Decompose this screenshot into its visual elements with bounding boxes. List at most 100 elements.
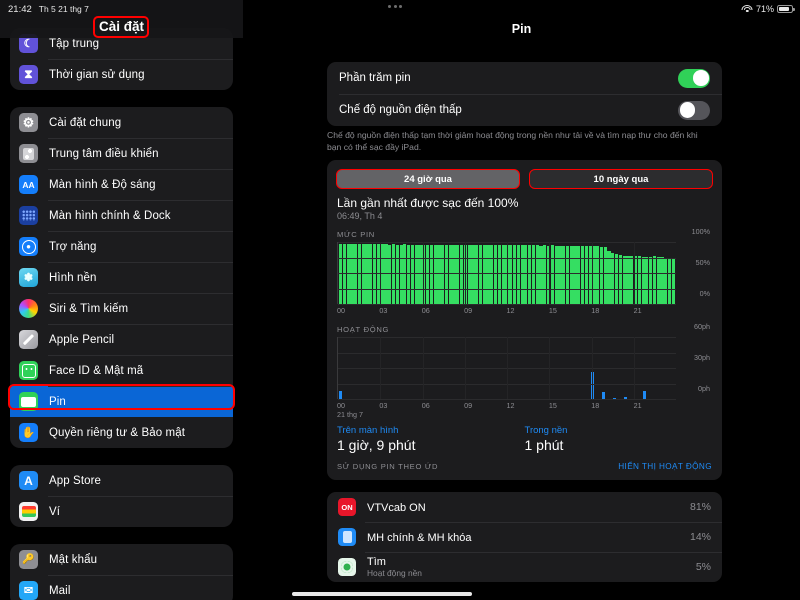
chart-bar (652, 256, 657, 304)
x-tick-label: 21 (633, 401, 642, 410)
sidebar-item-label: Quyền riêng tư & Bảo mật (49, 426, 186, 439)
sidebar-group-2: Cài đặt chung Trung tâm điều khiển AA Mà… (10, 107, 233, 448)
wallet-icon (19, 502, 38, 521)
sidebar-item-label: Ví (49, 505, 61, 518)
chart-bar (354, 244, 358, 304)
y-tick-label: 0% (699, 289, 710, 298)
apple-pencil-icon (19, 330, 38, 349)
settings-sidebar[interactable]: Tập trung Thời gian sử dụng Cài đặt chun… (0, 0, 243, 600)
stat-label: Trong nền (524, 425, 568, 436)
chart-bar (607, 251, 611, 304)
x-tick-label: 15 (548, 306, 557, 315)
status-bar-right: 71% (741, 4, 795, 14)
last-charge-time: 06:49, Th 4 (337, 211, 383, 221)
stat-label: Trên màn hình (337, 425, 399, 436)
sidebar-item-label: Màn hình chính & Dock (49, 209, 171, 222)
sidebar-item-label: Apple Pencil (49, 333, 115, 346)
app-battery-usage-list: ON VTVcab ON 81% MH chính & MH khóa 14% … (327, 492, 722, 582)
chart-bar (667, 257, 672, 304)
chart-bar (437, 245, 441, 304)
chart-bar (524, 245, 528, 304)
battery-percentage-switch[interactable] (678, 68, 710, 88)
privacy-hand-icon (19, 423, 38, 442)
sidebar-item-siri-search[interactable]: Siri & Tìm kiếm (10, 293, 233, 324)
chart-bar (418, 245, 422, 304)
time-range-segmented-control[interactable]: 24 giờ qua 10 ngày qua (327, 160, 722, 189)
low-power-mode-row[interactable]: Chế độ nguồn điện thấp (327, 94, 722, 126)
app-name: VTVcab ON (367, 502, 426, 514)
x-tick-label: 09 (464, 401, 473, 410)
sidebar-item-screen-time[interactable]: Thời gian sử dụng (10, 59, 233, 90)
sidebar-item-wallet[interactable]: Ví (10, 496, 233, 527)
segment-last-10-days[interactable]: 10 ngày qua (529, 169, 713, 189)
battery-percentage-row[interactable]: Phần trăm pin (327, 62, 722, 94)
sidebar-item-apple-pencil[interactable]: Apple Pencil (10, 324, 233, 355)
sidebar-item-label: Trung tâm điều khiển (49, 147, 159, 160)
wallpaper-icon (19, 268, 38, 287)
activity-axis-date: 21 thg 7 (337, 410, 363, 419)
chart-bar (399, 245, 403, 304)
sidebar-item-control-center[interactable]: Trung tâm điều khiển (10, 138, 233, 169)
sidebar-group-4: Mật khẩu Mail (10, 544, 233, 600)
sidebar-item-privacy[interactable]: Quyền riêng tư & Bảo mật (10, 417, 233, 448)
chart-bar (456, 245, 460, 304)
chart-bar (482, 245, 486, 304)
chart-bar (637, 256, 641, 304)
chart-bar (346, 244, 350, 304)
x-tick-label: 15 (548, 401, 557, 410)
chart-bar (577, 245, 581, 304)
list-item[interactable]: ON VTVcab ON 81% (327, 492, 722, 522)
chart-bar (444, 245, 449, 304)
stat-value: 1 giờ, 9 phút (337, 437, 416, 453)
battery-level-y-axis: 100% 50% 0% (678, 227, 712, 298)
sidebar-item-mail[interactable]: Mail (10, 575, 233, 600)
battery-icon (777, 5, 795, 13)
list-item[interactable]: Tìm Hoạt động nền 5% (327, 552, 722, 582)
y-tick-label: 100% (691, 227, 710, 236)
hourglass-icon (19, 65, 38, 84)
x-tick-label: 03 (379, 401, 388, 410)
app-name-wrap: MH chính & MH khóa (367, 528, 690, 546)
sidebar-item-label: Cài đặt chung (49, 116, 122, 129)
sidebar-item-battery[interactable]: Pin (10, 386, 233, 417)
app-percent: 5% (695, 561, 711, 573)
low-power-mode-switch[interactable] (678, 100, 710, 120)
sidebar-item-general[interactable]: Cài đặt chung (10, 107, 233, 138)
chart-bar (407, 245, 411, 304)
sidebar-item-passwords[interactable]: Mật khẩu (10, 544, 233, 575)
list-item[interactable]: MH chính & MH khóa 14% (327, 522, 722, 552)
stat-background: Trong nền 1 phút (525, 425, 713, 453)
sidebar-scroll-area[interactable]: Tập trung Thời gian sử dụng Cài đặt chun… (0, 0, 243, 600)
key-icon (19, 550, 38, 569)
usage-stats: Trên màn hình 1 giờ, 9 phút Trong nền 1 … (337, 425, 712, 453)
x-tick-label: 03 (379, 306, 388, 315)
sidebar-item-app-store[interactable]: App Store (10, 465, 233, 496)
activity-x-axis: 00 03 06 09 12 15 18 21 (337, 399, 676, 411)
sidebar-item-label: Mật khẩu (49, 553, 98, 566)
segment-last-24-hours[interactable]: 24 giờ qua (336, 169, 520, 189)
activity-plot-area (337, 337, 676, 400)
chart-bar (656, 256, 660, 304)
chart-bar (388, 245, 392, 304)
low-power-mode-description: Chế độ nguồn điện thấp tạm thời giảm hoạ… (327, 130, 698, 153)
chart-bar (475, 245, 479, 304)
battery-level-chart: MỨC PIN 100% 50% 0% 00 03 06 09 12 15 18 21 (337, 227, 712, 316)
chart-bar (520, 245, 524, 304)
chart-bar (395, 245, 399, 304)
chart-bar (581, 245, 585, 304)
sidebar-item-accessibility[interactable]: ● Trợ năng (10, 231, 233, 262)
status-bar-left: 21:42 Th 5 21 thg 7 (8, 4, 89, 15)
chart-bar (622, 255, 626, 304)
chart-bar (486, 245, 490, 304)
sidebar-item-display-brightness[interactable]: AA Màn hình & Độ sáng (10, 169, 233, 200)
sidebar-item-face-id[interactable]: Face ID & Mật mã (10, 355, 233, 386)
settings-title-highlight-box (93, 16, 149, 38)
chart-bar (516, 245, 520, 304)
ellipsis-icon[interactable] (388, 5, 402, 8)
activity-chart: HOẠT ĐỘNG 60ph 30ph 0ph 00 03 06 09 12 15 18 21 2… (337, 322, 712, 419)
sidebar-item-wallpaper[interactable]: Hình nền (10, 262, 233, 293)
chart-bar (554, 245, 558, 304)
stat-screen-on: Trên màn hình 1 giờ, 9 phút (337, 425, 525, 453)
show-activity-link[interactable]: HIỂN THỊ HOẠT ĐỘNG (618, 462, 712, 471)
sidebar-item-home-screen-dock[interactable]: Màn hình chính & Dock (10, 200, 233, 231)
